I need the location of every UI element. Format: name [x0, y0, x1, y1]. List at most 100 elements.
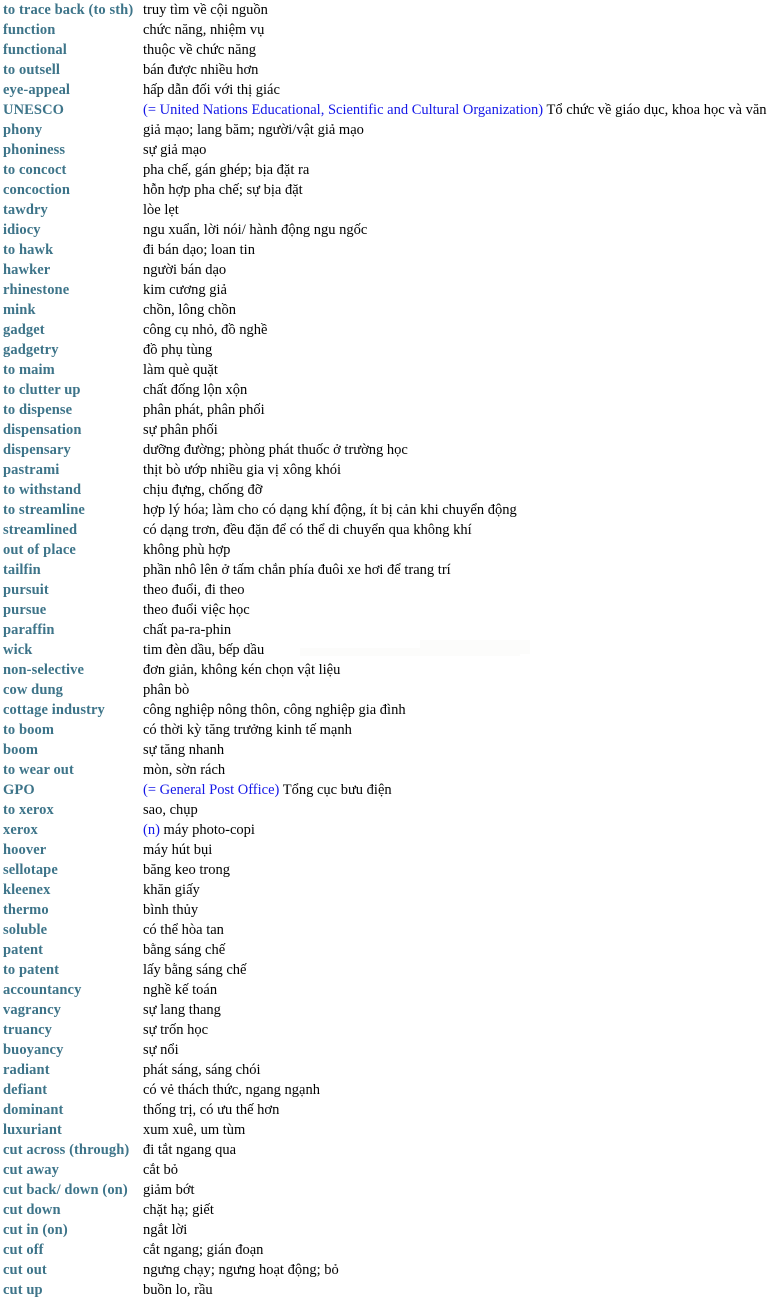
glossary-row: to dispense phân phát, phân phối [0, 400, 771, 420]
glossary-term: rhinestone [3, 282, 70, 298]
glossary-row: to maim làm què quặt [0, 360, 771, 380]
glossary-term: phony [3, 122, 43, 138]
glossary-term: buoyancy [3, 1042, 64, 1058]
glossary-row: cow dung phân bò [0, 680, 771, 700]
glossary-definition: phân phát, phân phối [143, 402, 265, 418]
glossary-term: hawker [3, 262, 51, 278]
glossary-definition: băng keo trong [143, 862, 230, 878]
glossary-term: cow dung [3, 682, 64, 698]
glossary-term: dispensary [3, 442, 71, 458]
glossary-row: concoction hỗn hợp pha chế; sự bịa đặt [0, 180, 771, 200]
glossary-term: boom [3, 742, 39, 758]
glossary-definition: buồn lo, rầu [143, 1282, 213, 1298]
glossary-term: cut back/ down (on) [3, 1182, 128, 1198]
glossary-term: functional [3, 42, 67, 58]
glossary-definition: hấp dẫn đối với thị giác [143, 82, 280, 98]
glossary-definition: có vẻ thách thức, ngang ngạnh [143, 1082, 320, 1098]
glossary-definition: phần nhô lên ở tấm chắn phía đuôi xe hơi… [143, 562, 451, 578]
glossary-definition: xum xuê, um tùm [143, 1122, 246, 1138]
glossary-term: to streamline [3, 502, 85, 518]
glossary-row: wick tim đèn dầu, bếp dầu [0, 640, 771, 660]
glossary-definition: sự tăng nhanh [143, 742, 225, 758]
glossary-definition-text: Tổ chức về giáo dục, khoa học và văn [543, 102, 767, 118]
glossary-definition: hợp lý hóa; làm cho có dạng khí động, ít… [143, 502, 517, 518]
glossary-row: xerox (n) máy photo-copi [0, 820, 771, 840]
glossary-term: to patent [3, 962, 60, 978]
glossary-annotation: (= United Nations Educational, Scientifi… [143, 102, 544, 118]
glossary-row: out of place không phù hợp [0, 540, 771, 560]
glossary-term: phoniness [3, 142, 66, 158]
glossary-term: wick [3, 642, 33, 658]
glossary-row: idiocy ngu xuẩn, lời nói/ hành động ngu n… [0, 220, 771, 240]
glossary-definition: ngưng chạy; ngưng hoạt động; bỏ [143, 1262, 339, 1278]
glossary-term: cut down [3, 1202, 61, 1218]
glossary-term: GPO [3, 782, 35, 798]
glossary-term: cut up [3, 1282, 43, 1298]
glossary-term: cut across (through) [3, 1142, 130, 1158]
glossary-row: to outsell bán được nhiều hơn [0, 60, 771, 80]
glossary-row: function chức năng, nhiệm vụ [0, 20, 771, 40]
glossary-row: GPO (= General Post Office) Tổng cục bưu … [0, 780, 771, 800]
glossary-row: cut in (on) ngắt lời [0, 1220, 771, 1240]
glossary-term: to wear out [3, 762, 74, 778]
glossary-term: cut in (on) [3, 1222, 68, 1238]
glossary-definition: ngu xuẩn, lời nói/ hành động ngu ngốc [143, 222, 368, 238]
glossary-term: defiant [3, 1082, 48, 1098]
glossary-list: to trace back (to sth) truy tìm về cội ng… [0, 0, 771, 1300]
glossary-row: to concoct pha chế, gán ghép; bịa đặt ra [0, 160, 771, 180]
glossary-annotation: (= General Post Office) [143, 782, 280, 798]
glossary-definition: chịu đựng, chống đỡ [143, 482, 263, 498]
glossary-row: functional thuộc về chức năng [0, 40, 771, 60]
glossary-term: dominant [3, 1102, 64, 1118]
glossary-row: cut back/ down (on) giảm bớt [0, 1180, 771, 1200]
glossary-term: luxuriant [3, 1122, 62, 1138]
glossary-row: paraffin chất pa-ra-phin [0, 620, 771, 640]
glossary-term: vagrancy [3, 1002, 61, 1018]
glossary-term: paraffin [3, 622, 55, 638]
glossary-row: cut down chặt hạ; giết [0, 1200, 771, 1220]
glossary-row: pursue theo đuổi việc học [0, 600, 771, 620]
glossary-definition: công nghiệp nông thôn, công nghiệp gia đ… [143, 702, 406, 718]
glossary-row: dominant thống trị, có ưu thế hơn [0, 1100, 771, 1120]
glossary-term: streamlined [3, 522, 78, 538]
glossary-definition: công cụ nhỏ, đồ nghề [143, 322, 268, 338]
glossary-definition-text: máy photo-copi [159, 822, 255, 838]
glossary-term: to dispense [3, 402, 73, 418]
glossary-term: tailfin [3, 562, 41, 578]
glossary-definition: thuộc về chức năng [143, 42, 256, 58]
glossary-row: kleenex khăn giấy [0, 880, 771, 900]
glossary-definition: khăn giấy [143, 882, 200, 898]
glossary-definition: dưỡng đường; phòng phát thuốc ở trường h… [143, 442, 408, 458]
glossary-row: sellotape băng keo trong [0, 860, 771, 880]
glossary-definition: đi bán dạo; loan tin [143, 242, 255, 258]
glossary-row: pastrami thịt bò ướp nhiều gia vị xông kh… [0, 460, 771, 480]
glossary-row: cut off cắt ngang; gián đoạn [0, 1240, 771, 1260]
glossary-definition: phát sáng, sáng chói [143, 1062, 261, 1078]
glossary-row: hawker người bán dạo [0, 260, 771, 280]
glossary-row: vagrancy sự lang thang [0, 1000, 771, 1020]
glossary-term: gadget [3, 322, 45, 338]
glossary-definition: theo đuổi, đi theo [143, 582, 245, 598]
glossary-row: cut across (through) đi tắt ngang qua [0, 1140, 771, 1160]
glossary-row: dispensation sự phân phối [0, 420, 771, 440]
glossary-definition: sự trốn học [143, 1022, 209, 1038]
glossary-definition: giảm bớt [143, 1182, 195, 1198]
glossary-definition: chặt hạ; giết [143, 1202, 214, 1218]
glossary-term: gadgetry [3, 342, 59, 358]
glossary-row: phoniness sự giả mạo [0, 140, 771, 160]
glossary-row: phony giả mạo; lang băm; người/vật giả mạ… [0, 120, 771, 140]
glossary-term: accountancy [3, 982, 82, 998]
glossary-term: xerox [3, 822, 38, 838]
glossary-row: boom sự tăng nhanh [0, 740, 771, 760]
glossary-definition: bằng sáng chế [143, 942, 226, 958]
glossary-row: to boom có thời kỳ tăng trưởng kinh tế mạ… [0, 720, 771, 740]
glossary-term: to outsell [3, 62, 60, 78]
glossary-term: cut out [3, 1262, 47, 1278]
glossary-row: defiant có vẻ thách thức, ngang ngạnh [0, 1080, 771, 1100]
glossary-term: pastrami [3, 462, 60, 478]
glossary-term: UNESCO [3, 102, 65, 118]
glossary-row: non-selective đơn giản, không kén chọn vậ… [0, 660, 771, 680]
glossary-definition: theo đuổi việc học [143, 602, 250, 618]
glossary-term: to withstand [3, 482, 82, 498]
glossary-definition: làm què quặt [143, 362, 218, 378]
